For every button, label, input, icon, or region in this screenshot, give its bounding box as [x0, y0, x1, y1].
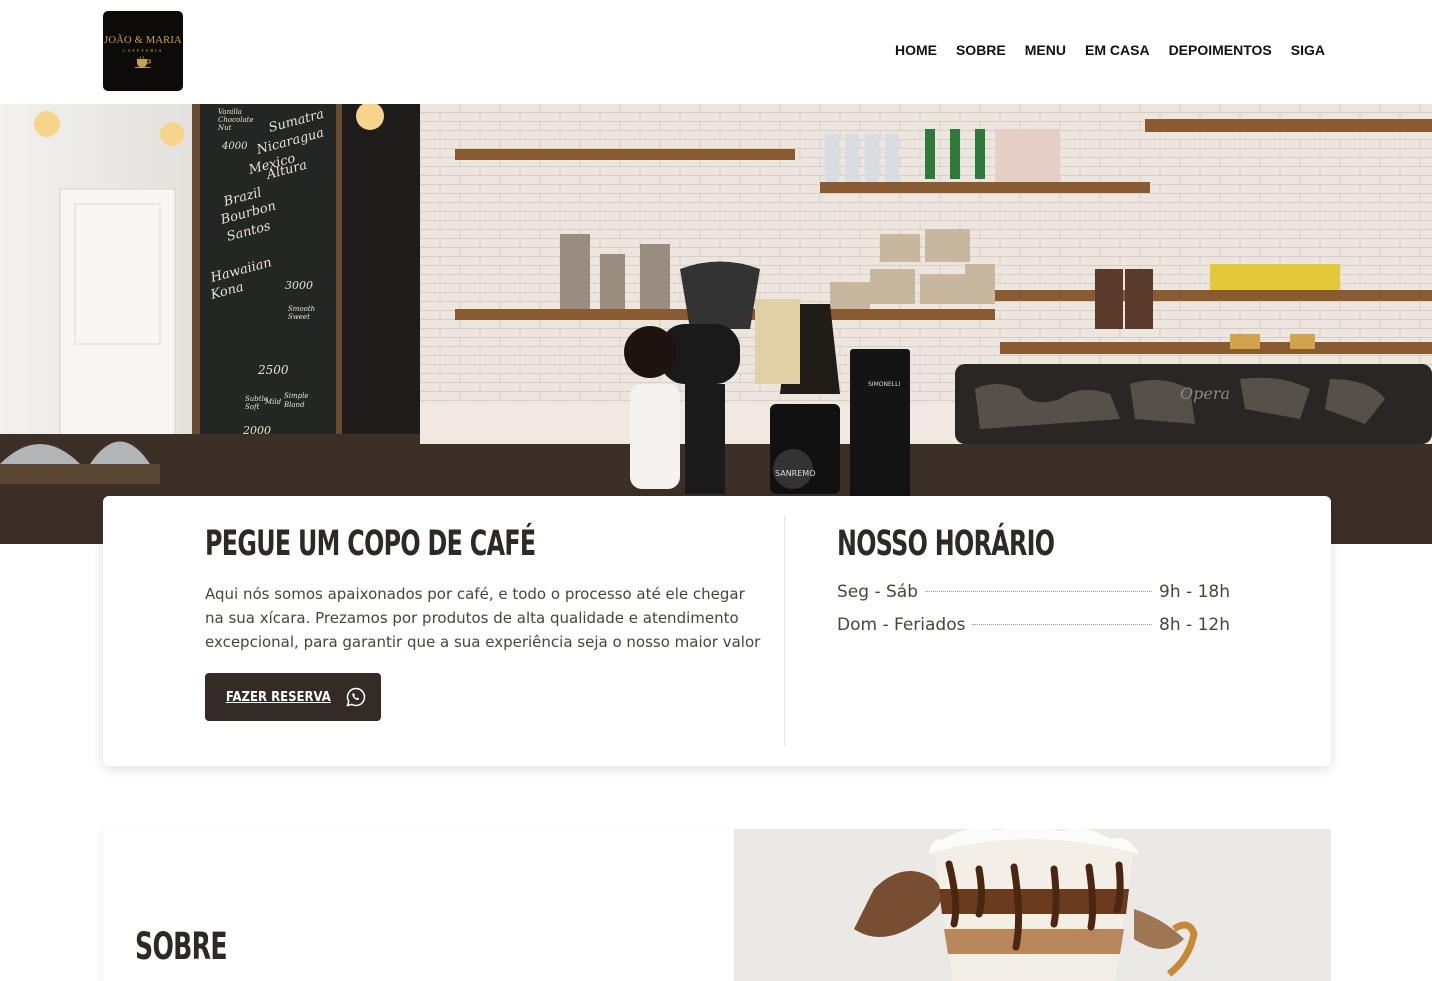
main-nav: HOME SOBRE MENU EM CASA DEPOIMENTOS SIGA — [895, 42, 1325, 58]
nav-home[interactable]: HOME — [895, 42, 937, 58]
nav-em-casa[interactable]: EM CASA — [1085, 42, 1150, 58]
svg-text:Vanilla: Vanilla — [218, 108, 242, 116]
about-image — [734, 829, 1331, 981]
dotted-leader — [972, 624, 1153, 625]
svg-text:Mild: Mild — [264, 398, 282, 406]
svg-text:3000: 3000 — [285, 279, 313, 292]
whatsapp-icon — [346, 687, 366, 707]
hours-days: Dom - Feriados — [837, 615, 966, 635]
intro-title: PEGUE UM COPO DE CAFÉ — [205, 524, 536, 564]
svg-text:SANREMO: SANREMO — [775, 469, 816, 478]
nav-depoimentos[interactable]: DEPOIMENTOS — [1169, 42, 1272, 58]
reserve-button[interactable]: FAZER RESERVA — [205, 673, 381, 721]
hours-time: 9h - 18h — [1159, 582, 1230, 602]
coffee-shop-illustration: Vanilla Chocolate Nut 4000 Sumatra Nicar… — [0, 104, 1432, 544]
logo-name: JOÃO & MARIA — [104, 34, 182, 46]
svg-text:Soft: Soft — [245, 403, 260, 411]
svg-text:Smooth: Smooth — [288, 305, 315, 313]
intro-text: Aqui nós somos apaixonados por café, e t… — [205, 585, 761, 651]
svg-text:Chocolate: Chocolate — [218, 116, 254, 124]
site-logo[interactable]: JOÃO & MARIA CAFETERIA — [103, 11, 183, 91]
svg-text:4000: 4000 — [221, 141, 248, 152]
nav-sobre[interactable]: SOBRE — [956, 42, 1006, 58]
svg-text:2000: 2000 — [242, 424, 271, 437]
iced-coffee-illustration — [734, 829, 1331, 981]
hours-days: Seg - Sáb — [837, 582, 918, 602]
svg-text:Nut: Nut — [217, 124, 232, 132]
dotted-leader — [924, 591, 1153, 592]
svg-text:Bland: Bland — [283, 401, 305, 409]
hero-image: Vanilla Chocolate Nut 4000 Sumatra Nicar… — [0, 104, 1432, 544]
about-title: SOBRE — [135, 925, 228, 968]
about-section: SOBRE — [103, 829, 1331, 981]
hours-row: Seg - Sáb 9h - 18h — [837, 582, 1230, 615]
svg-text:2500: 2500 — [257, 363, 289, 377]
nav-menu[interactable]: MENU — [1025, 42, 1066, 58]
hours-row: Dom - Feriados 8h - 12h — [837, 615, 1230, 648]
svg-text:SIMONELLI: SIMONELLI — [868, 381, 900, 388]
reserve-button-label: FAZER RESERVA — [225, 689, 332, 705]
hours-time: 8h - 12h — [1159, 615, 1230, 635]
card-divider — [784, 515, 785, 746]
svg-text:Opera: Opera — [1180, 384, 1230, 403]
logo-subtitle: CAFETERIA — [122, 47, 164, 53]
nav-siga[interactable]: SIGA — [1291, 42, 1325, 58]
info-card: PEGUE UM COPO DE CAFÉ Aqui nós somos apa… — [103, 496, 1331, 766]
hours-title: NOSSO HORÁRIO — [837, 524, 1055, 564]
coffee-cup-icon — [135, 55, 151, 68]
svg-text:Sweet: Sweet — [288, 313, 310, 321]
site-header: JOÃO & MARIA CAFETERIA HOME SOBRE MENU E… — [0, 0, 1432, 104]
about-panel: SOBRE — [103, 829, 734, 981]
hours-list: Seg - Sáb 9h - 18h Dom - Feriados 8h - 1… — [837, 582, 1230, 648]
svg-text:Simple: Simple — [284, 392, 309, 400]
